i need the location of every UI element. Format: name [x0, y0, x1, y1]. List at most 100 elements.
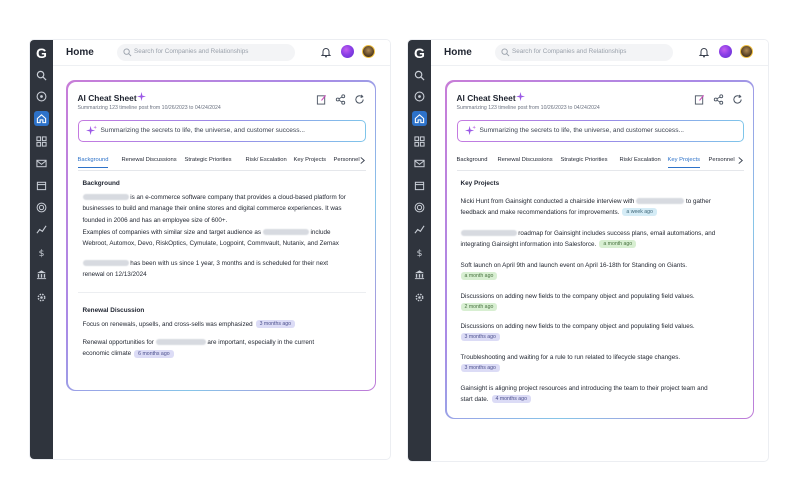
ai-assistant-icon[interactable] [719, 45, 732, 58]
grid-icon[interactable] [34, 134, 49, 149]
sparkle-icon [515, 91, 525, 101]
avatar[interactable] [740, 45, 753, 58]
renewal-item: Renewal opportunities for are important,… [82, 338, 315, 358]
renewal-item: Focus on renewals, upsells, and cross-se… [83, 319, 296, 331]
card-actions [316, 92, 365, 105]
search-input[interactable]: Search for Companies and Relationships [495, 44, 673, 61]
ai-prompt-box[interactable]: Summarizing the secrets to life, the uni… [77, 119, 366, 142]
app-window-background: G $ Home Search for Companies and Relati… [30, 40, 390, 459]
redacted-company [262, 228, 309, 235]
time-badge: a month ago [460, 272, 498, 281]
tab-background[interactable]: Background [457, 157, 488, 167]
tab-bar: Background Renewal Discussions Strategic… [456, 155, 744, 171]
bell-icon[interactable] [698, 46, 710, 58]
tab-renewal-discussions[interactable]: Renewal Discussions [122, 157, 177, 167]
tab-strategic-priorities[interactable]: Strategic Priorities [185, 157, 232, 167]
app-window-key-projects: G $ Home Search for Companies and Relati… [408, 40, 768, 461]
search-input[interactable]: Search for Companies and Relationships [117, 44, 295, 61]
bank-icon[interactable] [412, 267, 427, 282]
svg-text:$: $ [417, 248, 423, 258]
settings-icon[interactable] [412, 290, 427, 305]
tab-risk-escalation[interactable]: Risk/ Escalation [620, 157, 661, 167]
time-badge: 6 months ago [134, 349, 174, 358]
card-title: AI Cheat Sheet [77, 92, 137, 103]
home-icon[interactable] [34, 111, 49, 126]
target-icon[interactable] [34, 200, 49, 215]
divider [77, 291, 366, 293]
list-item: Troubleshooting and waiting for a rule t… [460, 353, 681, 373]
search-icon[interactable] [34, 68, 49, 83]
mail-icon[interactable] [34, 156, 49, 171]
app-logo[interactable]: G [32, 44, 51, 63]
card-subtitle: Summarizing 123 timeline post from 10/26… [77, 104, 221, 111]
list-item: Nicki Hunt from Gainsight conducted a ch… [460, 197, 711, 217]
share-icon[interactable] [335, 92, 346, 105]
prompt-text: Summarizing the secrets to life, the uni… [479, 126, 685, 134]
time-badge: 3 months ago [460, 364, 500, 373]
time-badge: a week ago [622, 208, 657, 217]
tab-key-projects[interactable]: Key Projects [667, 157, 701, 168]
ai-cheat-sheet-card: AI Cheat Sheet Summarizing 123 timeline … [445, 80, 754, 419]
time-badge: 4 months ago [491, 395, 531, 404]
compass-icon[interactable] [412, 89, 427, 104]
time-badge: 2 month ago [460, 303, 498, 312]
calendar-icon[interactable] [34, 178, 49, 193]
target-icon[interactable] [412, 200, 427, 215]
card-subtitle: Summarizing 123 timeline post from 10/26… [456, 104, 600, 111]
chevron-right-icon[interactable] [359, 156, 366, 165]
chevron-right-icon[interactable] [737, 156, 744, 165]
tab-personnel[interactable]: Personnel [334, 157, 360, 167]
redacted-company [82, 193, 129, 200]
ai-prompt-box[interactable]: Summarizing the secrets to life, the uni… [456, 119, 744, 142]
refresh-icon[interactable] [732, 92, 743, 104]
background-text: is an e-commerce software company that p… [82, 193, 346, 248]
chart-icon[interactable] [34, 222, 49, 237]
chart-icon[interactable] [412, 222, 427, 237]
prompt-text: Summarizing the secrets to life, the uni… [100, 126, 306, 134]
tab-renewal-discussions[interactable]: Renewal Discussions [498, 157, 553, 167]
left-nav-rail: G $ [408, 40, 431, 461]
grid-icon[interactable] [412, 134, 427, 149]
share-icon[interactable] [713, 92, 724, 105]
ai-cheat-sheet-card: AI Cheat Sheet Summarizing 123 timeline … [66, 80, 376, 391]
avatar[interactable] [362, 45, 375, 58]
time-badge: 3 months ago [255, 319, 296, 328]
tab-strategic-priorities[interactable]: Strategic Priorities [561, 157, 608, 167]
dollar-icon[interactable]: $ [34, 245, 49, 260]
bell-icon[interactable] [320, 46, 332, 58]
list-item: Discussions on adding new fields to the … [460, 292, 695, 312]
card-title: AI Cheat Sheet [456, 92, 516, 103]
redacted-company [636, 197, 685, 204]
section-heading-background: Background [82, 179, 120, 187]
section-heading-key-projects: Key Projects [460, 179, 500, 187]
edit-note-icon[interactable] [316, 92, 327, 105]
calendar-icon[interactable] [412, 178, 427, 193]
tab-background[interactable]: Background [77, 157, 109, 168]
time-badge: 3 months ago [460, 333, 500, 342]
redacted-company [460, 229, 517, 236]
search-icon [123, 48, 132, 57]
sparkle-icon [136, 91, 146, 101]
redacted-company [82, 259, 129, 266]
refresh-icon[interactable] [354, 92, 365, 104]
tab-risk-escalation[interactable]: Risk/ Escalation [246, 157, 287, 167]
sparkle-icon [85, 124, 97, 135]
list-item: roadmap for Gainsight includes success p… [460, 229, 716, 249]
tab-personnel[interactable]: Personnel [709, 157, 735, 167]
tab-key-projects[interactable]: Key Projects [294, 157, 327, 167]
app-logo[interactable]: G [410, 44, 429, 63]
mail-icon[interactable] [412, 156, 427, 171]
edit-note-icon[interactable] [694, 92, 705, 105]
search-placeholder: Search for Companies and Relationships [512, 48, 627, 55]
home-icon[interactable] [412, 111, 427, 126]
svg-text:$: $ [39, 248, 45, 258]
ai-assistant-icon[interactable] [341, 45, 354, 58]
list-item: Soft launch on April 9th and launch even… [460, 261, 687, 281]
compass-icon[interactable] [34, 89, 49, 104]
search-icon[interactable] [412, 68, 427, 83]
bank-icon[interactable] [34, 267, 49, 282]
time-badge: a month ago [599, 240, 637, 249]
settings-icon[interactable] [34, 290, 49, 305]
redacted-company [155, 338, 206, 345]
dollar-icon[interactable]: $ [412, 245, 427, 260]
